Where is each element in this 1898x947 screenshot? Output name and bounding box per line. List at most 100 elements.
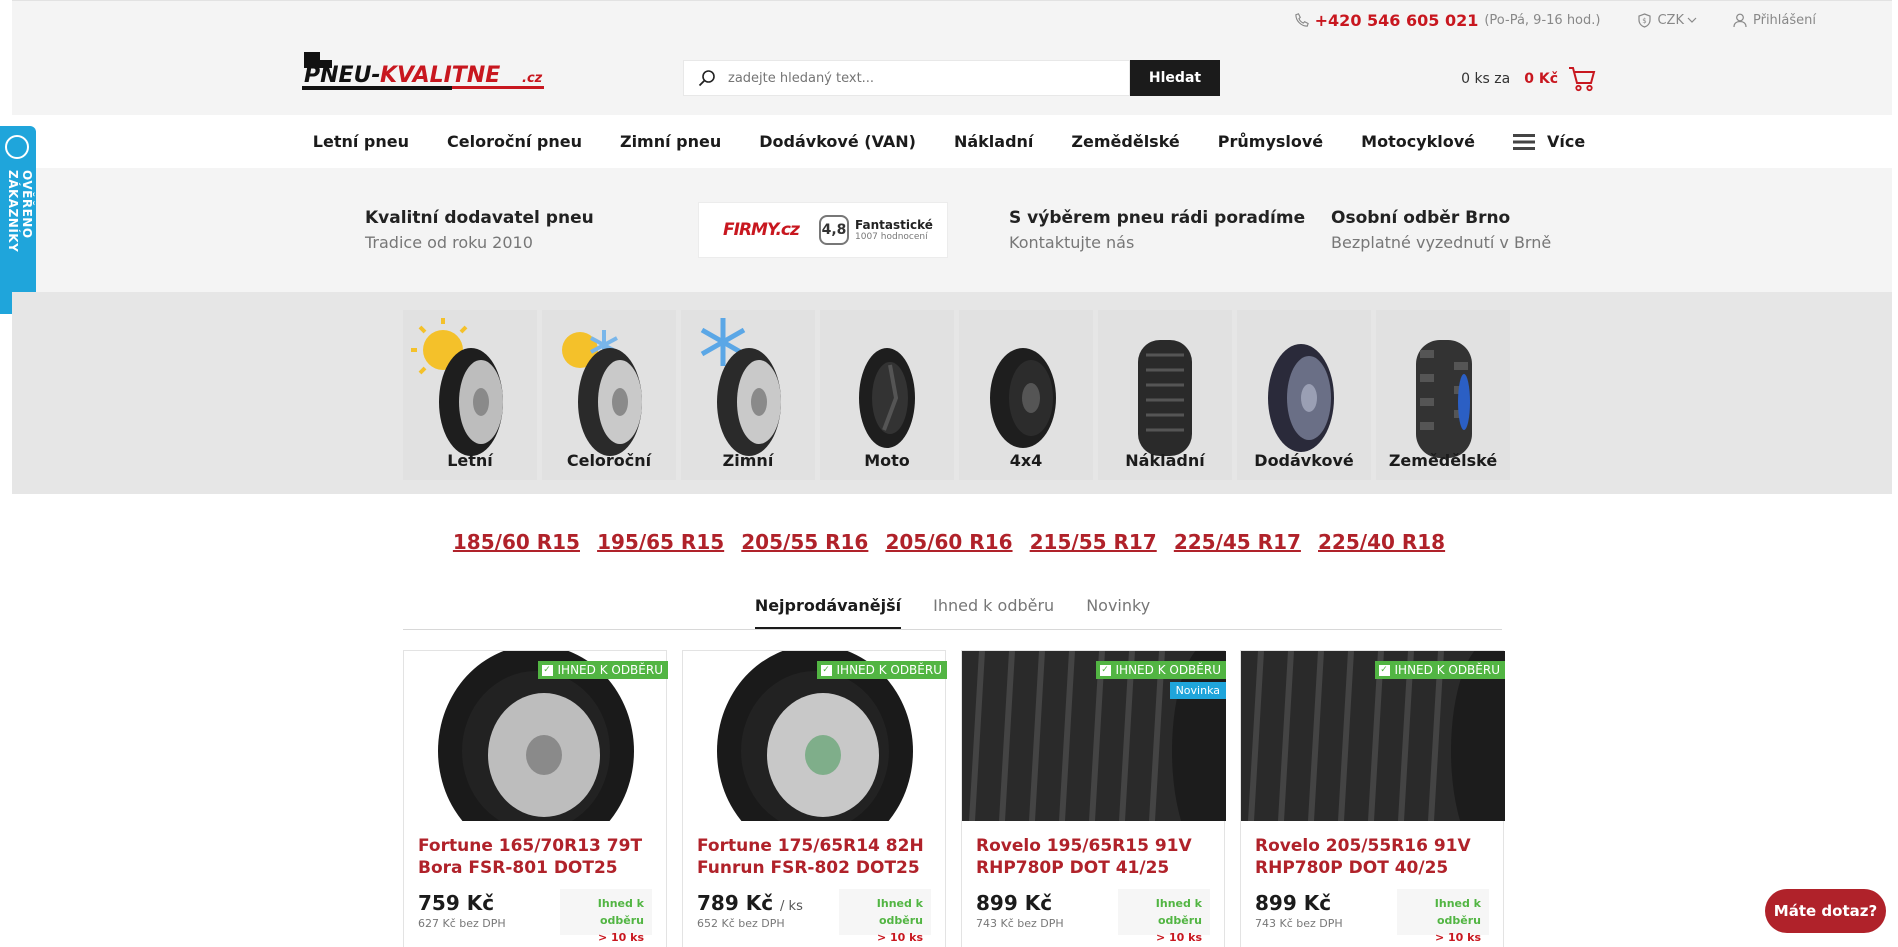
search-input[interactable]: [728, 70, 1108, 86]
in-stock-badge: ✓ IHNED K ODBĚRU: [1374, 661, 1505, 679]
usp-title: Osobní odběr Brno: [1331, 208, 1511, 228]
category-tile-zemedelske[interactable]: Zemědělské: [1376, 310, 1510, 480]
tab-new[interactable]: Novinky: [1086, 596, 1150, 629]
phone-icon: [1294, 13, 1309, 27]
price-value: 899 Kč: [976, 891, 1053, 915]
in-stock-badge: ✓ IHNED K ODBĚRU: [1095, 661, 1226, 679]
product-name[interactable]: Fortune 175/65R14 82H Funrun FSR-802 DOT…: [697, 835, 937, 879]
nav-item-letni[interactable]: Letní pneu: [313, 132, 409, 151]
product-card[interactable]: ✓ IHNED K ODBĚRU Fortune 175/65R14 82H Fu…: [682, 650, 947, 947]
product-tabs: Nejprodávanější Ihned k odběru Novinky: [403, 596, 1502, 630]
availability-count: > 10 ks: [1155, 931, 1202, 944]
product-card[interactable]: ✓ IHNED K ODBĚRU Rovelo 205/55R16 91V RHP…: [1240, 650, 1505, 947]
moto-tire-icon: [859, 348, 915, 448]
nav-item-motocyklove[interactable]: Motocyklové: [1361, 132, 1475, 151]
category-tile-4x4[interactable]: 4x4: [959, 310, 1093, 480]
product-price: 899 Kč: [1255, 891, 1331, 915]
nav-item-prumyslove[interactable]: Průmyslové: [1218, 132, 1323, 151]
usp-bar: Kvalitní dodavatel pneu Tradice od roku …: [12, 168, 1892, 292]
product-name[interactable]: Fortune 165/70R13 79T Bora FSR-801 DOT25: [418, 835, 658, 879]
nav-item-zimni[interactable]: Zimní pneu: [620, 132, 721, 151]
page: +420 546 605 021 (Po-Pá, 9-16 hod.) $ CZ…: [0, 0, 1898, 947]
check-icon: ✓: [1378, 664, 1390, 676]
size-link[interactable]: 225/45 R17: [1174, 530, 1301, 554]
availability: Ihned k odběru > 10 ks: [839, 889, 931, 944]
availability-label: Ihned k odběru: [1434, 897, 1481, 927]
login-link[interactable]: Přihlášení: [1733, 13, 1816, 28]
size-link[interactable]: 205/60 R16: [885, 530, 1012, 554]
rating-label: Fantastické: [855, 218, 933, 232]
verified-customers-badge[interactable]: OVĚŘENO ZÁKAZNÍKY: [0, 126, 36, 314]
cart-icon: [1569, 67, 1596, 92]
size-link[interactable]: 185/60 R15: [453, 530, 580, 554]
product-card[interactable]: ✓ IHNED K ODBĚRU Novinka Rovelo 195/65R15…: [961, 650, 1226, 947]
cart[interactable]: 0 ks za 0 Kč: [1461, 66, 1596, 92]
tractor-tire-icon: [1416, 340, 1472, 458]
verified-seal-icon: [5, 135, 29, 159]
chevron-down-icon: [1687, 17, 1697, 23]
search-button[interactable]: Hledat: [1130, 60, 1220, 96]
firmy-rating[interactable]: FIRMY.cz 4,8 Fantastické 1007 hodnocení: [698, 202, 948, 258]
usp-item: S výběrem pneu rádi poradíme Kontaktujte…: [1009, 208, 1305, 252]
chat-button[interactable]: Máte dotaz?: [1765, 889, 1886, 933]
category-label: Zemědělské: [1388, 451, 1498, 470]
category-label: Dodávkové: [1254, 451, 1354, 470]
stock-label: IHNED K ODBĚRU: [557, 663, 663, 677]
stock-label: IHNED K ODBĚRU: [1115, 663, 1221, 677]
usp-title: S výběrem pneu rádi poradíme: [1009, 208, 1306, 228]
site-logo[interactable]: PNEU- KVALITNE .cz: [302, 50, 545, 94]
usp-item: Osobní odběr Brno Bezplatné vyzednutí v …: [1331, 208, 1551, 252]
logo-text-main: PNEU-: [304, 63, 381, 88]
check-icon: ✓: [541, 664, 553, 676]
stock-label: IHNED K ODBĚRU: [836, 663, 942, 677]
price-net: 743 Kč bez DPH: [1255, 917, 1343, 930]
product-image[interactable]: ✓ IHNED K ODBĚRU: [404, 651, 668, 821]
usp-item: Kvalitní dodavatel pneu Tradice od roku …: [365, 208, 594, 252]
size-link[interactable]: 205/55 R16: [741, 530, 868, 554]
category-tile-celorocni[interactable]: Celoroční: [542, 310, 676, 480]
new-badge: Novinka: [1169, 682, 1226, 699]
stock-label: IHNED K ODBĚRU: [1394, 663, 1500, 677]
price-value: 789 Kč: [697, 891, 774, 915]
nav-item-nakladni[interactable]: Nákladní: [954, 132, 1033, 151]
product-card[interactable]: ✓ IHNED K ODBĚRU Fortune 165/70R13 79T Bo…: [403, 650, 668, 947]
search-box: [683, 60, 1130, 96]
category-label: 4x4: [1009, 451, 1043, 470]
tab-in-stock[interactable]: Ihned k odběru: [933, 596, 1054, 629]
size-link[interactable]: 215/55 R17: [1030, 530, 1157, 554]
category-tile-zimni[interactable]: Zimní: [681, 310, 815, 480]
nav-item-more[interactable]: Více: [1513, 132, 1585, 151]
usp-subtitle[interactable]: Kontaktujte nás: [1009, 233, 1305, 252]
suv-tire-icon: [990, 348, 1056, 448]
firmy-logo: FIRMY.cz: [723, 220, 800, 240]
nav-item-dodavkove[interactable]: Dodávkové (VAN): [759, 132, 916, 151]
availability-count: > 10 ks: [597, 931, 644, 944]
size-link[interactable]: 225/40 R18: [1318, 530, 1445, 554]
nav-item-zemedelske[interactable]: Zemědělské: [1071, 132, 1179, 151]
product-image[interactable]: ✓ IHNED K ODBĚRU Novinka: [962, 651, 1226, 821]
size-link[interactable]: 195/65 R15: [597, 530, 724, 554]
price-net: 743 Kč bez DPH: [976, 917, 1064, 930]
product-image[interactable]: ✓ IHNED K ODBĚRU: [683, 651, 947, 821]
category-tile-dodavkove[interactable]: Dodávkové: [1237, 310, 1371, 480]
category-tile-moto[interactable]: Moto: [820, 310, 954, 480]
product-price: 759 Kč: [418, 891, 494, 915]
product-name[interactable]: Rovelo 195/65R15 91V RHP780P DOT 41/25: [976, 835, 1216, 879]
truck-tire-icon: [1138, 340, 1192, 456]
product-image[interactable]: ✓ IHNED K ODBĚRU: [1241, 651, 1505, 821]
availability-label: Ihned k odběru: [1155, 897, 1202, 927]
logo-text-accent: KVALITNE: [380, 63, 500, 88]
price-unit: / ks: [780, 899, 803, 914]
product-name[interactable]: Rovelo 205/55R16 91V RHP780P DOT 40/25: [1255, 835, 1495, 879]
currency-label: CZK: [1657, 12, 1684, 28]
category-tile-letni[interactable]: Letní: [403, 310, 537, 480]
price-value: 899 Kč: [1255, 891, 1332, 915]
category-tile-nakladni[interactable]: Nákladní: [1098, 310, 1232, 480]
in-stock-badge: ✓ IHNED K ODBĚRU: [816, 661, 947, 679]
currency-selector[interactable]: $ CZK: [1638, 13, 1703, 28]
phone-link[interactable]: +420 546 605 021: [1315, 11, 1479, 30]
nav-item-celorocni[interactable]: Celoroční pneu: [447, 132, 582, 151]
cart-amount: 0 Kč: [1524, 71, 1558, 87]
availability: Ihned k odběru > 10 ks: [1397, 889, 1489, 944]
tab-bestsellers[interactable]: Nejprodávanější: [754, 596, 902, 629]
